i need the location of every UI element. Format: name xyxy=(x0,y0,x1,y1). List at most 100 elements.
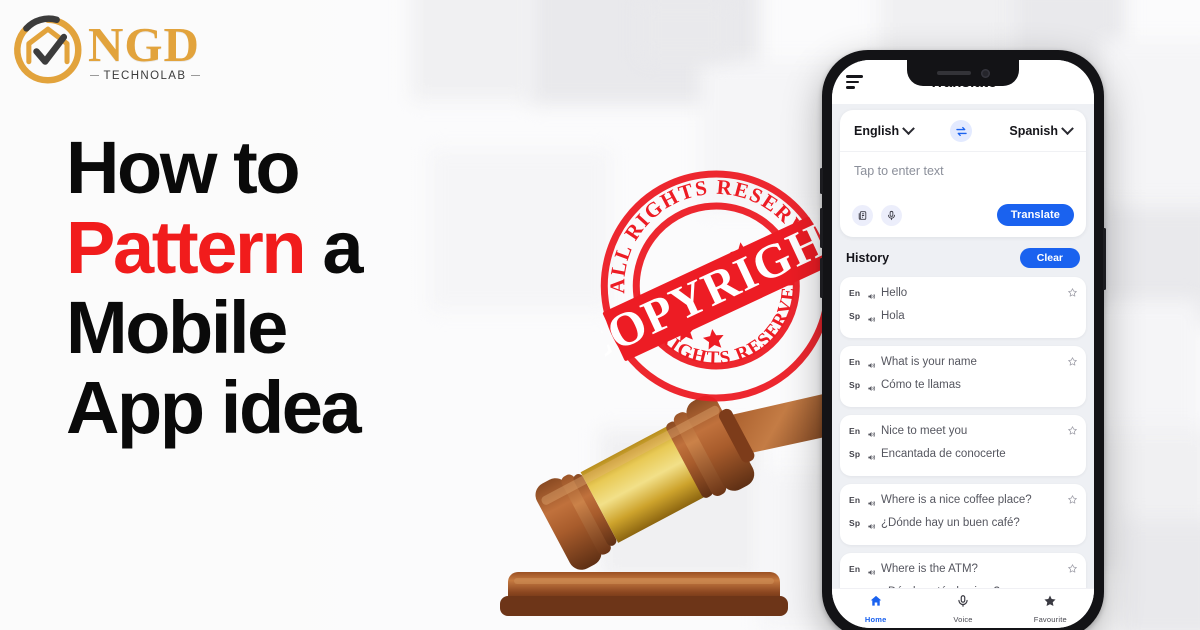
history-target-line: Sp ¿Dónde está el cajero? xyxy=(849,583,1077,589)
history-source-tag: En xyxy=(849,356,861,367)
history-target-tag: Sp xyxy=(849,448,861,459)
phone-volume-up-button[interactable] xyxy=(820,208,823,248)
volume-speaker-icon[interactable] xyxy=(867,424,876,444)
history-target-tag: Sp xyxy=(849,585,862,589)
star-outline-icon[interactable] xyxy=(1067,285,1078,303)
headline-line-4: App idea xyxy=(66,365,362,449)
star-outline-icon[interactable] xyxy=(1067,561,1078,579)
home-icon xyxy=(869,594,883,613)
phone-volume-down-button[interactable] xyxy=(820,258,823,298)
history-source-tag: En xyxy=(849,425,861,436)
history-item[interactable]: En What is your name Sp Cómo te llamas xyxy=(840,346,1086,407)
history-target-text: Cómo te llamas xyxy=(881,378,961,391)
swap-languages-icon[interactable] xyxy=(950,120,973,142)
history-target-tag: Sp xyxy=(849,517,861,528)
history-source-line: En Nice to meet you xyxy=(849,422,1077,445)
history-source-text: Hello xyxy=(881,286,908,299)
chevron-down-icon xyxy=(902,121,916,135)
source-language-label: English xyxy=(854,124,900,138)
translation-input-placeholder: Tap to enter text xyxy=(854,164,944,178)
history-target-tag: Sp xyxy=(849,379,861,390)
headline-line-2-rest: a xyxy=(304,205,363,289)
brand-logo: NGD TECHNOLAB xyxy=(12,14,200,86)
history-source-text: Nice to meet you xyxy=(881,424,968,437)
history-target-text: ¿Dónde hay un buen café? xyxy=(881,516,1020,529)
tab-home[interactable]: Home xyxy=(832,594,919,624)
volume-speaker-icon[interactable] xyxy=(867,355,876,375)
translate-button[interactable]: Translate xyxy=(996,204,1074,226)
history-target-text: Hola xyxy=(881,309,905,322)
source-language-select[interactable]: English xyxy=(854,121,916,138)
history-item[interactable]: En Where is a nice coffee place? Sp ¿Dón… xyxy=(840,484,1086,545)
translation-input-area[interactable]: Tap to enter text xyxy=(840,152,1086,204)
clipboard-icon[interactable] xyxy=(852,204,873,226)
logo-rule-left xyxy=(90,75,99,77)
earpiece-speaker xyxy=(936,71,971,75)
chevron-down-icon xyxy=(1061,121,1074,135)
voice-icon xyxy=(956,594,970,613)
star-outline-icon[interactable] xyxy=(1067,492,1078,510)
volume-speaker-icon[interactable] xyxy=(867,516,876,536)
volume-speaker-icon[interactable] xyxy=(867,286,876,306)
volume-speaker-icon[interactable] xyxy=(867,378,876,398)
translator-card: English Spanish Tap to enter text Transl… xyxy=(840,110,1086,237)
star-outline-icon[interactable] xyxy=(1067,354,1078,372)
history-list: En Hello Sp Hola En What is your name Sp… xyxy=(840,277,1086,588)
history-source-text: What is your name xyxy=(881,355,977,368)
history-source-line: En Where is a nice coffee place? xyxy=(849,491,1077,514)
bottom-tab-bar: Home Voice Favourite xyxy=(832,588,1094,628)
target-language-select[interactable]: Spanish xyxy=(1009,121,1074,138)
phone-mockup: Translate English Spanish xyxy=(820,50,1106,630)
history-header: History Clear xyxy=(840,237,1086,277)
tab-voice[interactable]: Voice xyxy=(919,594,1006,624)
phone-mute-switch[interactable] xyxy=(820,168,823,194)
history-target-line: Sp Encantada de conocerte xyxy=(849,445,1077,468)
microphone-icon[interactable] xyxy=(881,204,902,226)
input-tools-row: Translate xyxy=(840,204,1086,237)
history-title: History xyxy=(846,251,890,265)
history-target-tag: Sp xyxy=(849,310,861,321)
volume-speaker-icon[interactable] xyxy=(867,447,876,467)
volume-speaker-icon[interactable] xyxy=(867,562,876,582)
star-outline-icon[interactable] xyxy=(1067,423,1078,441)
headline-line-1: How to xyxy=(66,126,301,209)
brand-tagline: TECHNOLAB xyxy=(103,69,187,82)
history-item[interactable]: En Hello Sp Hola xyxy=(840,277,1086,338)
history-source-tag: En xyxy=(849,287,861,298)
headline-line-3: Mobile xyxy=(66,285,288,369)
volume-speaker-icon[interactable] xyxy=(867,309,876,329)
history-source-text: Where is the ATM? xyxy=(881,562,978,575)
target-language-label: Spanish xyxy=(1009,124,1058,138)
history-source-text: Where is a nice coffee place? xyxy=(881,493,1032,506)
language-selector-row: English Spanish xyxy=(840,110,1086,152)
phone-power-button[interactable] xyxy=(1103,228,1106,290)
volume-speaker-icon[interactable] xyxy=(867,493,876,513)
tab-label: Home xyxy=(864,614,887,624)
copyright-stamp-icon: ALL RIGHTS RESERVED ALL RIGHTS RESERVED … xyxy=(567,150,866,417)
ngd-circle-check-logo xyxy=(12,14,84,86)
front-camera xyxy=(980,68,990,78)
phone-screen: Translate English Spanish xyxy=(832,60,1094,628)
history-source-tag: En xyxy=(849,494,861,505)
history-source-line: En Where is the ATM? xyxy=(849,560,1077,583)
tab-label: Favourite xyxy=(1033,614,1067,624)
history-item[interactable]: En Nice to meet you Sp Encantada de cono… xyxy=(840,415,1086,476)
tab-favourite[interactable]: Favourite xyxy=(1007,594,1094,624)
clear-history-button[interactable]: Clear xyxy=(1019,248,1080,268)
history-target-text: Encantada de conocerte xyxy=(881,447,1006,460)
star-filled-icon xyxy=(1043,594,1057,613)
page-title: How to Pattern a Mobile App idea xyxy=(66,128,536,448)
hamburger-menu-icon[interactable] xyxy=(846,75,863,89)
brand-name: NGD xyxy=(88,17,200,73)
history-source-tag: En xyxy=(849,563,861,574)
app-body: English Spanish Tap to enter text Transl… xyxy=(832,104,1094,588)
logo-rule-right xyxy=(191,75,200,77)
tab-label: Voice xyxy=(953,614,973,624)
history-target-text: ¿Dónde está el cajero? xyxy=(881,585,1016,589)
history-item[interactable]: En Where is the ATM? Sp ¿Dónde está el c… xyxy=(840,553,1086,588)
volume-speaker-icon[interactable] xyxy=(867,585,876,589)
phone-notch xyxy=(907,60,1019,86)
history-source-line: En What is your name xyxy=(849,353,1077,376)
history-source-line: En Hello xyxy=(849,284,1077,307)
history-target-line: Sp Cómo te llamas xyxy=(849,376,1077,399)
